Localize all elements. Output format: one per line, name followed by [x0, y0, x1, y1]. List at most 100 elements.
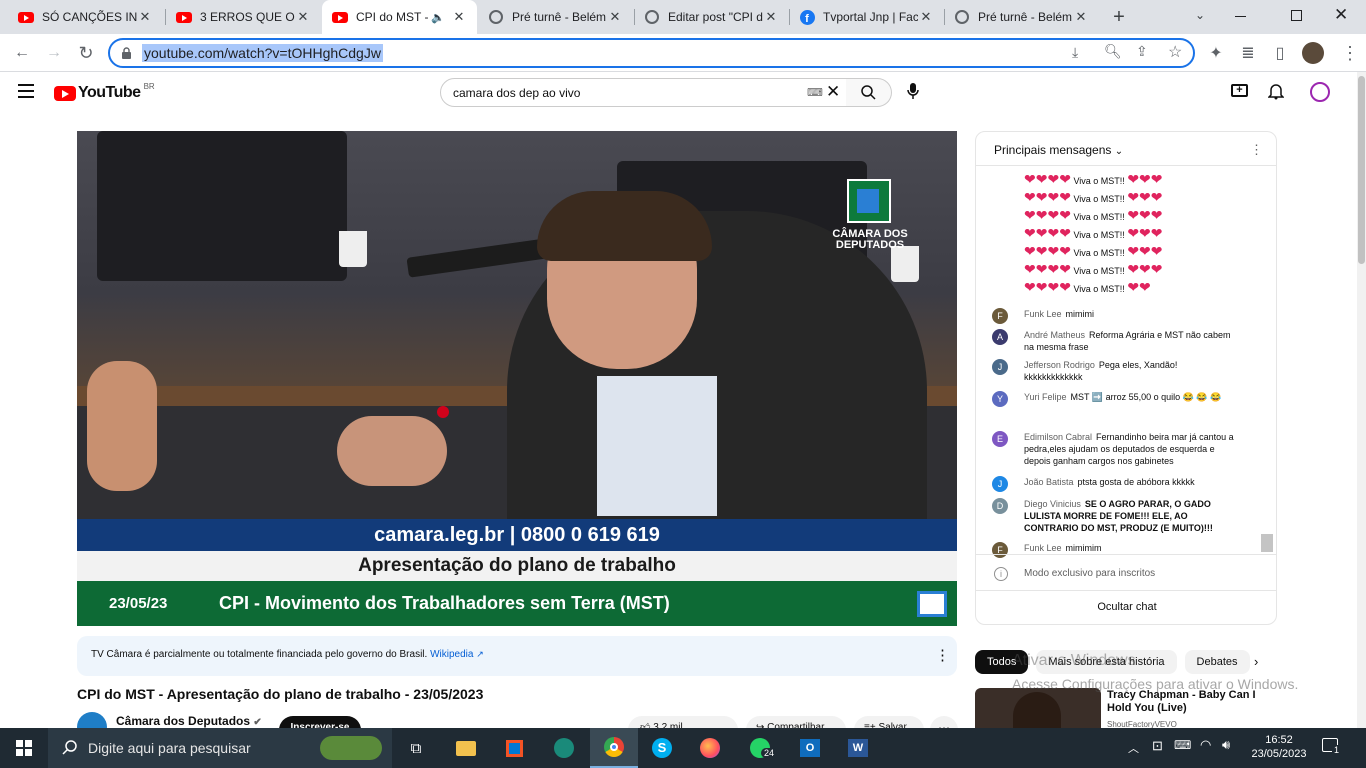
whatsapp-icon[interactable]: 24	[736, 728, 784, 768]
author-name[interactable]: Funk Lee	[1024, 309, 1062, 319]
hamburger-menu-icon[interactable]	[18, 84, 34, 98]
avatar[interactable]: F	[992, 542, 1008, 558]
word-icon[interactable]: W	[834, 728, 882, 768]
suggested-video-thumbnail[interactable]	[975, 688, 1101, 728]
extensions-puzzle-icon[interactable]: ✦	[1200, 34, 1232, 72]
author-name[interactable]: Yuri Felipe	[1024, 392, 1067, 402]
page-scrollbar[interactable]	[1357, 72, 1366, 728]
microphone-icon[interactable]	[906, 82, 920, 105]
avatar[interactable]: A	[992, 329, 1008, 345]
author-name[interactable]: Diego Vinicius	[1024, 499, 1081, 509]
microsoft-store-icon[interactable]	[490, 728, 538, 768]
chrome-menu-icon[interactable]: ⋮	[1334, 34, 1366, 72]
close-icon[interactable]: ✕	[607, 9, 623, 25]
notification-center-icon[interactable]: 1	[1322, 738, 1342, 755]
video-player[interactable]: CÂMARA DOS DEPUTADOS camara.leg.br | 080…	[77, 131, 957, 626]
outlook-icon[interactable]: O	[786, 728, 834, 768]
avatar[interactable]: F	[992, 308, 1008, 324]
taskbar-search-box[interactable]: Digite aqui para pesquisar	[48, 728, 392, 768]
notifications-bell-icon[interactable]	[1267, 82, 1285, 105]
address-bar[interactable]: youtube.com/watch?v=tOHHghCdgJw ⤓ 🔍︎ ⇪ ☆	[108, 38, 1195, 68]
heart-row-text: Viva o MST!!	[1073, 176, 1125, 186]
audio-playing-icon[interactable]: 🔈	[431, 11, 445, 24]
share-icon[interactable]: ⇪	[1136, 43, 1148, 60]
tab-6[interactable]: Pré turnê - Belém ✕	[944, 0, 1099, 34]
media-control-icon[interactable]: ≣	[1232, 34, 1264, 72]
firefox-icon[interactable]	[686, 728, 734, 768]
wikipedia-link[interactable]: Wikipedia	[430, 649, 473, 660]
chat-menu-icon[interactable]: ⋮	[1250, 142, 1263, 158]
edge-icon[interactable]	[540, 728, 588, 768]
author-name[interactable]: André Matheus	[1024, 330, 1085, 340]
tab-4[interactable]: Editar post "CPI d ✕	[634, 0, 789, 34]
chip-debates[interactable]: Debates	[1184, 650, 1250, 674]
url-text[interactable]: youtube.com/watch?v=tOHHghCdgJw	[142, 44, 383, 62]
window-close-icon[interactable]: ✕	[1334, 5, 1348, 25]
avatar[interactable]: J	[992, 476, 1008, 492]
tab-title: 3 ERROS QUE OS	[200, 10, 295, 24]
author-name[interactable]: João Batista	[1024, 477, 1074, 487]
system-clock[interactable]: 16:52 23/05/2023	[1246, 733, 1312, 761]
avatar[interactable]: D	[992, 498, 1008, 514]
close-icon[interactable]: ✕	[451, 9, 467, 25]
avatar[interactable]: Y	[992, 391, 1008, 407]
chat-mode-selector[interactable]: Principais mensagens ⌄	[994, 143, 1123, 157]
close-icon[interactable]: ✕	[763, 9, 779, 25]
bookmark-star-icon[interactable]: ☆	[1168, 42, 1182, 62]
network-drive-icon[interactable]: ⊡	[1152, 738, 1163, 754]
create-video-icon[interactable]: +	[1231, 84, 1248, 97]
tab-1[interactable]: 3 ERROS QUE OS ✕	[166, 0, 321, 34]
close-icon[interactable]: ✕	[295, 9, 311, 25]
chevron-right-icon[interactable]: ›	[1254, 654, 1258, 669]
restore-icon[interactable]	[1291, 10, 1302, 21]
heart-icon: ❤❤❤❤	[1024, 261, 1071, 277]
search-box[interactable]: camara dos dep ao vivo ⌨ ✕	[440, 78, 847, 107]
file-explorer-icon[interactable]	[442, 728, 490, 768]
tab-3[interactable]: Pré turnê - Belém ✕	[478, 0, 633, 34]
tab-search-chevron-icon[interactable]: ⌄	[1195, 8, 1205, 22]
channel-name-row[interactable]: Câmara dos Deputados ✔	[116, 714, 262, 728]
author-name[interactable]: Edimilson Cabral	[1024, 432, 1092, 442]
minimize-icon[interactable]	[1235, 16, 1246, 17]
clear-search-icon[interactable]: ✕	[826, 82, 840, 102]
wifi-icon[interactable]: ◠	[1200, 737, 1211, 753]
avatar[interactable]: E	[992, 431, 1008, 447]
chat-scrollbar-thumb[interactable]	[1261, 534, 1273, 552]
youtube-logo[interactable]: YouTube BR	[54, 82, 155, 102]
reload-icon[interactable]: ↻	[70, 34, 102, 72]
search-button[interactable]	[846, 78, 892, 107]
close-icon[interactable]: ✕	[1073, 9, 1089, 25]
task-view-icon[interactable]: ⧉	[392, 728, 440, 768]
suggested-video-title[interactable]: Tracy Chapman - Baby Can I Hold You (Liv…	[1107, 689, 1257, 715]
tab-5[interactable]: f Tvportal Jnp | Fac ✕	[789, 0, 944, 34]
tab-0[interactable]: SÓ CANÇÕES INE ✕	[8, 0, 163, 34]
channel-name[interactable]: Câmara dos Deputados	[116, 714, 250, 728]
zoom-icon[interactable]: 🔍︎	[1104, 43, 1122, 60]
avatar[interactable]: J	[992, 359, 1008, 375]
more-options-icon[interactable]: ⋮	[935, 646, 950, 664]
external-link-icon[interactable]: ↗	[476, 649, 484, 659]
install-app-icon[interactable]: ⤓	[1072, 44, 1078, 61]
show-hidden-icons[interactable]: ︿	[1128, 740, 1139, 756]
page-scrollbar-thumb[interactable]	[1358, 76, 1365, 264]
author-name[interactable]: Jefferson Rodrigo	[1024, 360, 1095, 370]
search-input[interactable]: camara dos dep ao vivo	[453, 86, 580, 100]
volume-icon[interactable]: 🔊︎	[1222, 737, 1230, 753]
skype-icon[interactable]: S	[638, 728, 686, 768]
new-tab-plus-icon[interactable]: +	[1106, 4, 1132, 30]
hide-chat-button[interactable]: Ocultar chat	[976, 601, 1276, 613]
tab-2-active[interactable]: CPI do MST - 🔈 ✕	[322, 0, 477, 34]
close-icon[interactable]: ✕	[918, 9, 934, 25]
author-name[interactable]: Funk Lee	[1024, 543, 1062, 553]
account-avatar[interactable]	[1310, 82, 1330, 102]
profile-avatar[interactable]	[1302, 42, 1324, 64]
forward-arrow-icon[interactable]: →	[38, 34, 70, 72]
close-icon[interactable]: ✕	[137, 9, 153, 25]
lock-icon[interactable]	[122, 46, 131, 59]
side-panel-icon[interactable]: ▯	[1264, 34, 1296, 72]
keyboard-language-icon[interactable]: ⌨	[1174, 738, 1191, 752]
chrome-taskbar-icon[interactable]	[590, 728, 638, 768]
keyboard-icon[interactable]: ⌨	[807, 86, 823, 99]
windows-start-icon[interactable]	[0, 728, 48, 768]
back-arrow-icon[interactable]: ←	[6, 34, 38, 72]
